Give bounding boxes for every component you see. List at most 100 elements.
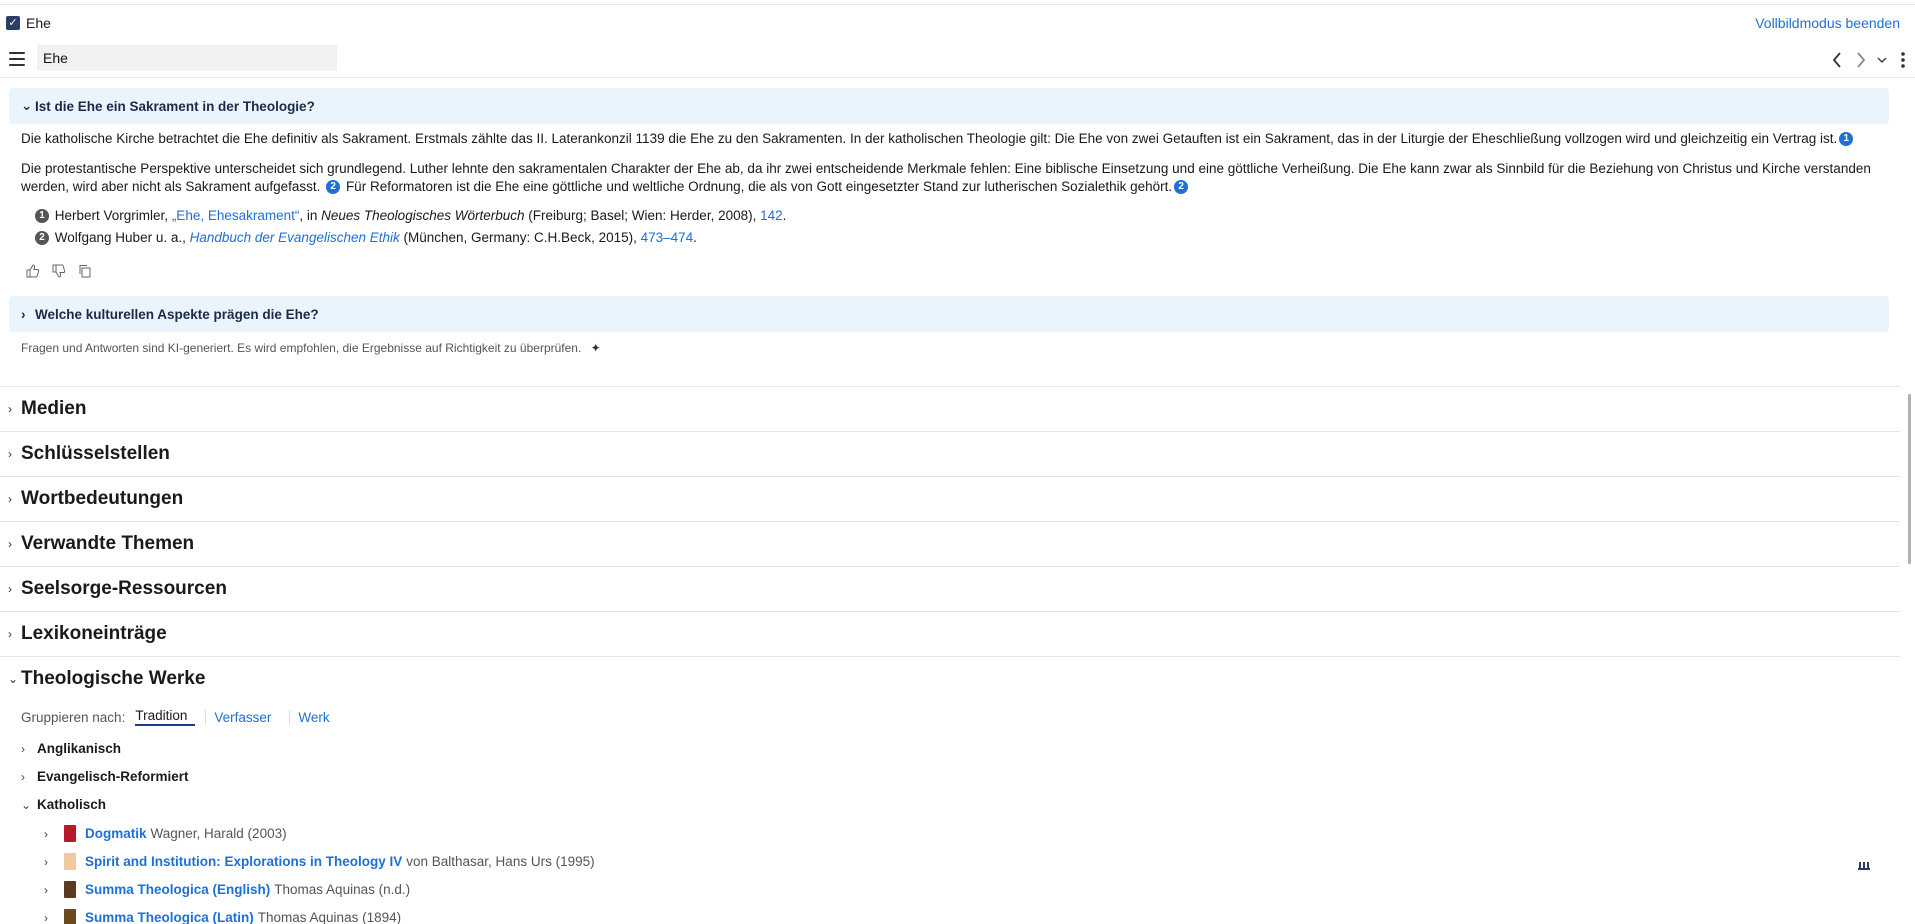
footnote-page-link[interactable]: 142 [760,208,783,223]
library-icon[interactable] [1858,860,1870,873]
chevron-right-icon: › [8,447,12,461]
work-meta: Wagner, Harald (2003) [150,826,287,841]
main-content: ⌄ Ist die Ehe ein Sakrament in der Theol… [0,78,1900,924]
question-text: Welche kulturellen Aspekte prägen die Eh… [35,306,319,322]
chevron-right-icon: › [8,627,12,641]
chevron-right-icon: › [21,769,25,784]
book-cover [64,825,76,842]
sparkle-icon: ✦ [590,341,601,355]
tradition-label: Anglikanisch [37,741,122,756]
forward-icon[interactable] [1849,48,1873,72]
ai-disclaimer: Fragen und Antworten sind KI-generiert. … [21,341,601,355]
answer-text: Für Reformatoren ist die Ehe eine göttli… [345,179,1173,194]
section-title: Wortbedeutungen [21,488,184,509]
tradition-label: Evangelisch-Reformiert [37,769,189,784]
footnote-author: Wolfgang Huber u. a., [54,230,190,245]
footnote-pub: (Freiburg; Basel; Wien: Herder, 2008), [524,208,761,223]
footnote-number: 1 [35,209,49,224]
feedback-actions [26,264,92,278]
question-sacrament[interactable]: ⌄ Ist die Ehe ein Sakrament in der Theol… [9,88,1889,124]
reference-badge[interactable]: 2 [1174,180,1189,195]
footnote-number: 2 [35,231,49,246]
work-meta: Thomas Aquinas (n.d.) [274,882,411,897]
section-key-passages[interactable]: › Schlüsselstellen [0,431,1900,476]
nav-icons [1825,48,1915,72]
vertical-scrollbar[interactable] [1908,394,1911,564]
checkbox-icon[interactable]: ✓ [6,16,20,30]
footnote-2: 2 Wolfgang Huber u. a., Handbuch der Eva… [33,229,697,247]
book-cover [64,853,76,870]
more-options-icon[interactable] [1891,48,1915,72]
chevron-right-icon: › [44,882,48,897]
chevron-down-icon: ⌄ [21,797,32,812]
thumbs-down-icon[interactable] [52,264,66,278]
menu-icon[interactable] [9,52,25,66]
search-input[interactable] [37,45,337,71]
section-title: Schlüsselstellen [21,443,170,464]
section-title: Lexikoneinträge [21,623,167,644]
book-cover [64,881,76,898]
chevron-right-icon: › [21,306,26,322]
tradition-catholic[interactable]: ⌄ Katholisch [21,797,106,812]
work-item[interactable]: › Summa Theologica (Latin) Thomas Aquina… [44,909,401,924]
tab-author[interactable]: Verfasser [205,709,279,725]
chevron-right-icon: › [8,402,12,416]
footnote-pub: (München, Germany: C.H.Beck, 2015), [399,230,641,245]
section-title: Seelsorge-Ressourcen [21,578,227,599]
book-cover [64,909,76,924]
tab-tradition[interactable]: Tradition [135,708,196,726]
footnote-book-link[interactable]: Handbuch der Evangelischen Ethik [190,230,400,245]
tradition-reformed[interactable]: › Evangelisch-Reformiert [21,769,189,784]
work-meta: von Balthasar, Hans Urs (1995) [406,854,595,869]
footnote-author: Herbert Vorgrimler, [54,208,172,223]
section-related-topics[interactable]: › Verwandte Themen [0,521,1900,566]
answer-paragraph-1: Die katholische Kirche betrachtet die Eh… [21,130,1881,148]
work-item[interactable]: › Summa Theologica (English) Thomas Aqui… [44,881,410,898]
section-theological-works[interactable]: ⌄ Theologische Werke [0,656,1900,701]
footnote-text: , in [299,208,322,223]
work-item[interactable]: › Dogmatik Wagner, Harald (2003) [44,825,287,842]
exit-fullscreen-link[interactable]: Vollbildmodus beenden [1755,15,1900,31]
work-title-link[interactable]: Dogmatik [85,826,147,841]
chevron-right-icon: › [21,741,25,756]
back-icon[interactable] [1825,48,1849,72]
chevron-right-icon: › [8,492,12,506]
section-word-meanings[interactable]: › Wortbedeutungen [0,476,1900,521]
disclaimer-text: Fragen und Antworten sind KI-generiert. … [21,341,582,355]
footnote-book: Neues Theologisches Wörterbuch [321,208,525,223]
section-title: Medien [21,398,87,419]
copy-icon[interactable] [78,264,92,278]
footnote-end: . [693,230,697,245]
reference-badge[interactable]: 2 [326,180,341,195]
work-title-link[interactable]: Spirit and Institution: Explorations in … [85,854,402,869]
tradition-label: Katholisch [37,797,107,812]
work-meta: Thomas Aquinas (1894) [257,910,402,924]
chevron-down-icon: ⌄ [8,672,19,686]
section-lexicon-entries[interactable]: › Lexikoneinträge [0,611,1900,656]
footnote-book: Handbuch der Evangelischen Ethik [189,230,400,245]
work-title-link[interactable]: Summa Theologica (Latin) [85,910,254,924]
history-dropdown-icon[interactable] [1873,48,1891,72]
work-title-link[interactable]: Summa Theologica (English) [85,882,270,897]
group-by-label: Gruppieren nach: [21,709,126,725]
reference-badge[interactable]: 1 [1839,132,1854,147]
footnote-article-link[interactable]: „Ehe, Ehesakrament“ [172,208,300,223]
thumbs-up-icon[interactable] [26,264,40,278]
footnote-1: 1 Herbert Vorgrimler, „Ehe, Ehesakrament… [33,207,786,225]
section-title: Theologische Werke [21,668,206,689]
question-text: Ist die Ehe ein Sakrament in der Theolog… [35,98,315,114]
footnote-page-link[interactable]: 473–474 [641,230,694,245]
answer-paragraph-2: Die protestantische Perspektive untersch… [21,160,1881,196]
chevron-right-icon: › [44,854,48,869]
chevron-down-icon: ⌄ [21,98,33,113]
section-media[interactable]: › Medien [0,386,1900,431]
section-pastoral-resources[interactable]: › Seelsorge-Ressourcen [0,566,1900,611]
answer-text: Die katholische Kirche betrachtet die Eh… [21,131,1838,146]
chevron-right-icon: › [8,582,12,596]
question-culture[interactable]: › Welche kulturellen Aspekte prägen die … [9,296,1889,332]
work-item[interactable]: › Spirit and Institution: Explorations i… [44,853,595,870]
tab-work[interactable]: Werk [289,709,337,725]
section-title: Verwandte Themen [21,533,195,554]
chevron-right-icon: › [44,910,48,924]
tradition-anglican[interactable]: › Anglikanisch [21,741,121,756]
